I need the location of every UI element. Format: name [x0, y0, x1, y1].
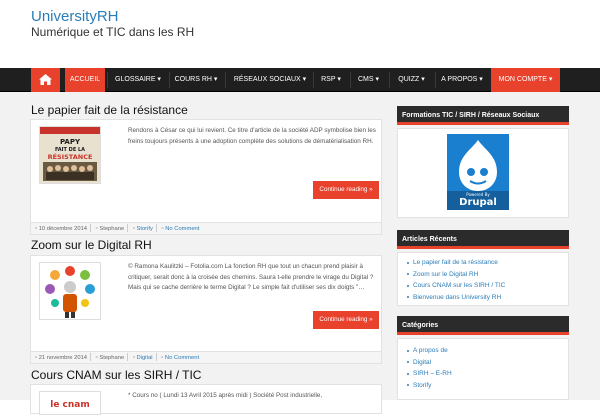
folder-icon: ▫ [132, 226, 135, 232]
nav-item-glossaire[interactable]: Glossaire ▾ [109, 68, 167, 92]
widget-formations: Powered By Drupal [397, 128, 569, 218]
drupal-label: Drupal [459, 197, 497, 208]
svg-text:le cnam: le cnam [50, 400, 90, 410]
post-author[interactable]: Stephane [99, 226, 124, 232]
calendar-icon: ▫ [35, 355, 38, 361]
post-title[interactable]: Cours CNAM sur les SIRH / TIC [31, 368, 201, 382]
nav-home-button[interactable] [31, 68, 60, 92]
nav-item-reseaux-sociaux[interactable]: Réseaux sociaux ▾ [229, 68, 311, 92]
continue-reading-button[interactable]: Continue reading » [313, 181, 379, 199]
post-date: 21 novembre 2014 [38, 355, 88, 361]
site-tagline: Numérique et TIC dans les RH [31, 25, 195, 39]
post-comments[interactable]: No Comment [165, 355, 199, 361]
main-navigation: Accueil Glossaire ▾ Cours RH ▾ Réseaux s… [0, 68, 600, 92]
nav-item-rsp[interactable]: RSP ▾ [315, 68, 347, 92]
category-link[interactable]: Storify [407, 380, 452, 392]
post-thumbnail[interactable]: le cnam [39, 391, 101, 415]
post-card: © Ramona Kaulitzki – Fotolia.com La fonc… [30, 255, 382, 352]
calendar-icon: ▫ [35, 226, 38, 232]
folder-icon: ▫ [132, 355, 135, 361]
category-link[interactable]: Digital [407, 357, 452, 369]
nav-item-mon-compte[interactable]: Mon compte ▾ [491, 68, 560, 92]
comment-icon: ▫ [161, 226, 164, 232]
nav-separator [389, 72, 390, 88]
post-date: 10 décembre 2014 [38, 226, 88, 232]
post-title[interactable]: Le papier fait de la résistance [31, 103, 188, 117]
widget-recent-posts: Le papier fait de la résistance Zoom sur… [397, 252, 569, 306]
recent-post-link[interactable]: Bienvenue dans University RH [406, 292, 505, 304]
nav-item-cms[interactable]: CMS ▾ [352, 68, 385, 92]
user-icon: ▫ [95, 355, 98, 361]
post-title[interactable]: Zoom sur le Digital RH [31, 238, 152, 252]
widget-categories: A propos de Digital SIRH – E-RH Storify [397, 338, 569, 400]
post-meta: ▫ 10 décembre 2014 ▫ Stephane ▫ Storify … [30, 223, 382, 235]
post-thumbnail[interactable]: PAPY FAIT DE LA RÉSISTANCE [39, 126, 101, 184]
widget-title-recent: Articles Récents [397, 230, 569, 249]
recent-post-link[interactable]: Le papier fait de la résistance [406, 257, 505, 269]
category-link[interactable]: A propos de [407, 345, 452, 357]
recent-post-link[interactable]: Cours CNAM sur les SIRH / TIC [406, 280, 505, 292]
svg-text:RÉSISTANCE: RÉSISTANCE [48, 152, 93, 161]
drupal-badge[interactable]: Powered By Drupal [447, 134, 509, 210]
post-category[interactable]: Digital [136, 355, 152, 361]
post-list: Le papier fait de la résistance PAPY FAI… [30, 100, 382, 415]
post-card: PAPY FAIT DE LA RÉSISTANCE Rendons à Cés… [30, 119, 382, 223]
post-image: le cnam [40, 392, 100, 414]
nav-item-cours-rh[interactable]: Cours RH ▾ [171, 68, 221, 92]
nav-separator [107, 72, 108, 88]
continue-reading-button[interactable]: Continue reading » [313, 311, 379, 329]
post-author[interactable]: Stephane [99, 355, 124, 361]
post-comments[interactable]: No Comment [165, 226, 199, 232]
recent-post-link[interactable]: Zoom sur le Digital RH [406, 269, 505, 281]
home-icon [39, 74, 52, 85]
post-meta: ▫ 21 novembre 2014 ▫ Stephane ▫ Digital … [30, 352, 382, 364]
post-excerpt: © Ramona Kaulitzki – Fotolia.com La fonc… [128, 263, 374, 291]
nav-separator [169, 72, 170, 88]
content-area: Le papier fait de la résistance PAPY FAI… [0, 92, 600, 415]
user-icon: ▫ [95, 226, 98, 232]
post-category[interactable]: Storify [136, 226, 152, 232]
widget-title-categories: Catégories [397, 316, 569, 335]
nav-separator [350, 72, 351, 88]
post-excerpt: Rendons à César ce qui lui revient. Ce t… [128, 127, 376, 145]
nav-item-quizz[interactable]: Quizz ▾ [391, 68, 432, 92]
post-card: le cnam * Cours no ( Lundi 13 Avril 2015… [30, 384, 382, 415]
category-link[interactable]: SIRH – E-RH [407, 368, 452, 380]
svg-text:PAPY: PAPY [60, 138, 81, 146]
nav-item-a-propos[interactable]: A propos ▾ [437, 68, 487, 92]
nav-separator [313, 72, 314, 88]
movie-poster-image: PAPY FAIT DE LA RÉSISTANCE [40, 127, 100, 183]
post-thumbnail[interactable] [39, 262, 101, 320]
nav-separator [225, 72, 226, 88]
site-header: UniversityRH Numérique et TIC dans les R… [0, 0, 600, 68]
digital-person-image [40, 263, 100, 319]
site-title[interactable]: UniversityRH [31, 8, 119, 25]
widget-title-formations: Formations TIC / SIRH / Réseaux Sociaux [397, 106, 569, 125]
categories-list: A propos de Digital SIRH – E-RH Storify [407, 345, 452, 392]
nav-separator [435, 72, 436, 88]
comment-icon: ▫ [161, 355, 164, 361]
recent-posts-list: Le papier fait de la résistance Zoom sur… [406, 257, 505, 304]
nav-item-accueil[interactable]: Accueil [65, 68, 105, 92]
